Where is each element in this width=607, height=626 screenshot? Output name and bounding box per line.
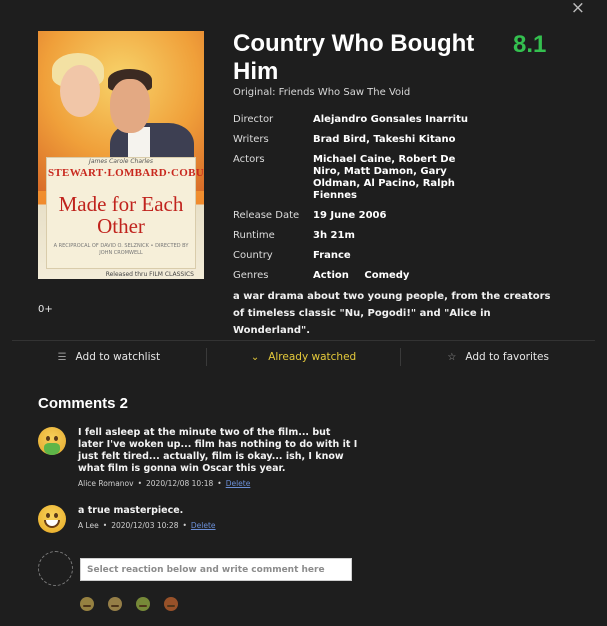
runtime-value: 3h 21m: [313, 230, 355, 241]
movie-rating: 8.1: [513, 31, 547, 58]
genre-tag[interactable]: Comedy: [364, 270, 409, 281]
genres-row: Genres Action Comedy: [233, 270, 563, 282]
list-icon: ☰: [57, 351, 67, 363]
poster-billing-small: James Carole Charles: [89, 158, 153, 165]
neutral-face-icon[interactable]: [80, 597, 94, 611]
comment-date: 2020/12/03 10:28: [111, 521, 179, 530]
director-label: Director: [233, 114, 274, 125]
angry-face-icon[interactable]: [164, 597, 178, 611]
writers-value: Brad Bird, Takeshi Kitano: [313, 134, 456, 145]
comment-author: Alice Romanov: [78, 479, 134, 488]
poster-title: Made for Each Other: [58, 192, 184, 238]
add-to-favorites-button[interactable]: ☆ Add to favorites: [400, 348, 595, 366]
star-icon: ☆: [447, 351, 457, 363]
comments-heading: Comments 2: [38, 395, 129, 412]
chevron-down-icon: ⌄: [250, 351, 260, 363]
close-icon[interactable]: ×: [571, 0, 585, 17]
grinning-face-icon: [38, 505, 66, 533]
movie-info: Director Alejandro Gonsales Inarritu Wri…: [233, 114, 563, 290]
watched-label: Already watched: [268, 351, 357, 363]
favorites-label: Add to favorites: [465, 351, 549, 363]
movie-poster: James Carole Charles STEWART·LOMBARD·COB…: [38, 31, 204, 279]
country-value: France: [313, 250, 351, 261]
nauseated-face-icon: [38, 427, 66, 455]
release-label: Release Date: [233, 210, 300, 221]
action-bar: ☰ Add to watchlist ⌄ Already watched ☆ A…: [12, 340, 595, 373]
comment-text: a true masterpiece.: [78, 505, 184, 516]
add-to-watchlist-button[interactable]: ☰ Add to watchlist: [12, 348, 206, 366]
comment-text: I fell asleep at the minute two of the f…: [78, 427, 358, 474]
movie-title: Country Who Bought Him: [233, 30, 475, 85]
avatar-placeholder: [38, 551, 73, 586]
poster-footer: Released thru FILM CLASSICS: [105, 271, 194, 278]
country-row: Country France: [233, 250, 563, 262]
comment-author: A Lee: [78, 521, 99, 530]
country-label: Country: [233, 250, 273, 261]
actors-row: Actors Michael Caine, Robert De Niro, Ma…: [233, 154, 563, 202]
genres-label: Genres: [233, 270, 269, 281]
movie-description: a war drama about two young people, from…: [233, 291, 551, 336]
reaction-picker: [80, 597, 178, 611]
director-row: Director Alejandro Gonsales Inarritu: [233, 114, 563, 126]
writers-row: Writers Brad Bird, Takeshi Kitano: [233, 134, 563, 146]
actors-label: Actors: [233, 154, 265, 165]
comment-meta: Alice Romanov • 2020/12/08 10:18 • Delete: [78, 479, 251, 488]
genre-tag[interactable]: Action: [313, 270, 349, 281]
writers-label: Writers: [233, 134, 269, 145]
nauseated-face-icon[interactable]: [136, 597, 150, 611]
director-value: Alejandro Gonsales Inarritu: [313, 114, 469, 125]
delete-comment-link[interactable]: Delete: [226, 479, 251, 488]
delete-comment-link[interactable]: Delete: [191, 521, 216, 530]
original-title: Original: Friends Who Saw The Void: [233, 87, 411, 98]
sleepy-face-icon[interactable]: [108, 597, 122, 611]
watchlist-label: Add to watchlist: [75, 351, 161, 363]
poster-billing: STEWART·LOMBARD·COBURN: [48, 167, 204, 179]
comment-date: 2020/12/08 10:18: [146, 479, 214, 488]
comment-input[interactable]: [80, 558, 352, 581]
actors-value: Michael Caine, Robert De Niro, Matt Damo…: [313, 154, 456, 201]
poster-credits: A RECIPROCAL OF DAVID O. SELZNICK • DIRE…: [53, 243, 189, 256]
release-row: Release Date 19 June 2006: [233, 210, 563, 222]
already-watched-button[interactable]: ⌄ Already watched: [205, 348, 401, 366]
comment-meta: A Lee • 2020/12/03 10:28 • Delete: [78, 521, 216, 530]
age-rating: 0+: [38, 304, 53, 315]
release-value: 19 June 2006: [313, 210, 387, 221]
runtime-label: Runtime: [233, 230, 275, 241]
runtime-row: Runtime 3h 21m: [233, 230, 563, 242]
